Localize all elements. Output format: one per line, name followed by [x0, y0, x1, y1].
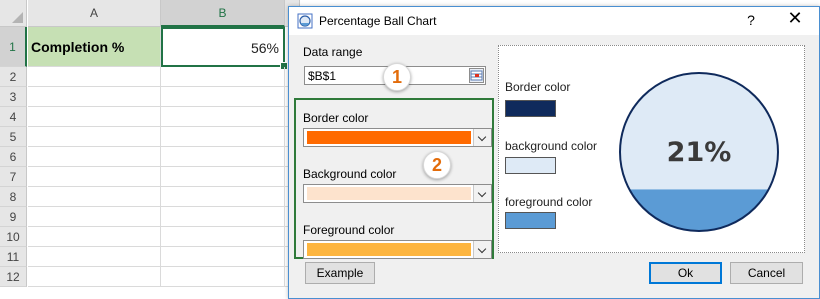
background-color-label: Background color [303, 167, 397, 181]
cell-b11[interactable] [161, 247, 285, 267]
row-header-5[interactable]: 5 [0, 127, 27, 147]
cell-b10[interactable] [161, 227, 285, 247]
ball-fill-level [620, 189, 778, 231]
cell-a7[interactable] [28, 167, 161, 187]
cell-a9[interactable] [28, 207, 161, 227]
data-range-label: Data range [303, 45, 363, 59]
cell-b1[interactable]: 56% [161, 27, 288, 70]
background-color-swatch [307, 187, 471, 200]
row-header-8[interactable]: 8 [0, 187, 27, 207]
cell-a12[interactable] [28, 267, 161, 287]
step-badge-1: 1 [383, 63, 411, 91]
cancel-button[interactable]: Cancel [730, 262, 803, 284]
preview-foreground-color-label: foreground color [505, 195, 593, 209]
dialog-titlebar[interactable]: Percentage Ball Chart ? ✕ [289, 7, 819, 35]
ball-percent-label: 21% [667, 137, 732, 168]
cell-a6[interactable] [28, 147, 161, 167]
row-header-7[interactable]: 7 [0, 167, 27, 187]
preview-foreground-color-swatch [505, 212, 556, 229]
color-options-group: Border color Background color Foreground… [294, 98, 494, 259]
percentage-ball-chart-dialog: Percentage Ball Chart ? ✕ Data range 1 B… [288, 6, 820, 299]
foreground-color-dropdown[interactable] [303, 240, 492, 259]
border-color-swatch [307, 131, 471, 144]
range-select-icon [470, 70, 483, 81]
cell-b4[interactable] [161, 107, 285, 127]
preview-background-color-label: background color [505, 139, 598, 153]
row-header-12[interactable]: 12 [0, 267, 27, 287]
border-color-dropdown[interactable] [303, 128, 492, 147]
row-header-2[interactable]: 2 [0, 67, 27, 87]
cell-a8[interactable] [28, 187, 161, 207]
cell-b6[interactable] [161, 147, 285, 167]
cell-b2[interactable] [161, 67, 285, 87]
cell-b8[interactable] [161, 187, 285, 207]
step-badge-2: 2 [423, 151, 451, 179]
foreground-color-swatch [307, 243, 471, 256]
row-header-1[interactable]: 1 [0, 27, 27, 67]
range-select-button[interactable] [469, 68, 484, 83]
close-button[interactable]: ✕ [781, 8, 809, 29]
help-button[interactable]: ? [743, 12, 759, 28]
ok-button[interactable]: Ok [649, 262, 722, 284]
foreground-color-label: Foreground color [303, 223, 395, 237]
cell-b9[interactable] [161, 207, 285, 227]
border-color-label: Border color [303, 111, 369, 125]
cell-a3[interactable] [28, 87, 161, 107]
cell-a2[interactable] [28, 67, 161, 87]
chevron-down-icon[interactable] [473, 129, 491, 146]
preview-border-color-swatch [505, 100, 556, 117]
cell-a1[interactable]: Completion % [28, 27, 161, 67]
row-header-10[interactable]: 10 [0, 227, 27, 247]
select-all-corner[interactable] [0, 0, 27, 27]
chevron-down-icon[interactable] [473, 185, 491, 202]
row-header-9[interactable]: 9 [0, 207, 27, 227]
example-button[interactable]: Example [305, 262, 375, 284]
dialog-title: Percentage Ball Chart [319, 14, 437, 28]
preview-background-color-swatch [505, 157, 556, 174]
background-color-dropdown[interactable] [303, 184, 492, 203]
row-header-11[interactable]: 11 [0, 247, 27, 267]
cell-a5[interactable] [28, 127, 161, 147]
preview-border-color-label: Border color [505, 80, 571, 94]
cell-b3[interactable] [161, 87, 285, 107]
cell-a11[interactable] [28, 247, 161, 267]
spreadsheet: A B 1 2 3 4 5 6 7 8 9 10 11 12 Completion % 56% [0, 0, 300, 299]
row-header-3[interactable]: 3 [0, 87, 27, 107]
chevron-down-icon[interactable] [473, 241, 491, 258]
cell-b12[interactable] [161, 267, 285, 287]
chart-preview-panel: Border color background color foreground… [498, 45, 805, 253]
row-header-4[interactable]: 4 [0, 107, 27, 127]
column-header-a[interactable]: A [28, 0, 161, 27]
cell-a4[interactable] [28, 107, 161, 127]
cell-b7[interactable] [161, 167, 285, 187]
column-header-b[interactable]: B [161, 0, 285, 27]
cell-b5[interactable] [161, 127, 285, 147]
percentage-ball-chart: 21% [619, 72, 779, 232]
row-header-6[interactable]: 6 [0, 147, 27, 167]
chart-app-icon [297, 13, 313, 29]
cell-a10[interactable] [28, 227, 161, 247]
